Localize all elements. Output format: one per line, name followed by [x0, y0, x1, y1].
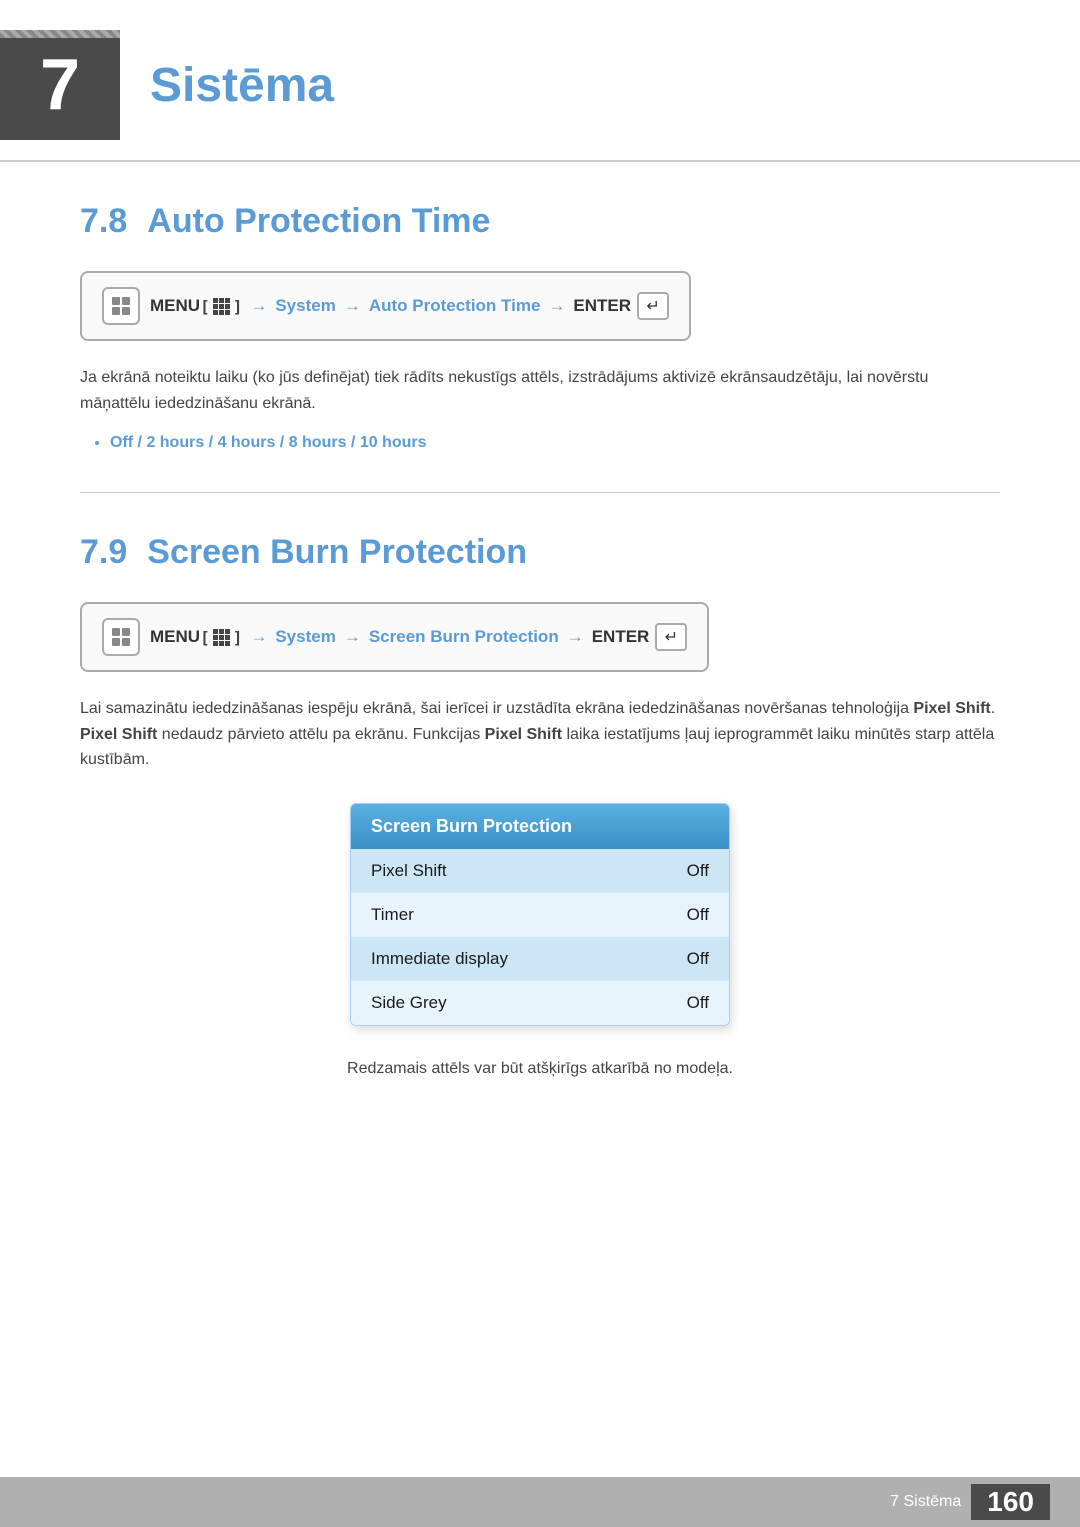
side-grey-label: Side Grey [371, 993, 447, 1013]
nav-enter-label-79: ENTER [592, 627, 650, 647]
section-78-heading: 7.8 Auto Protection Time [80, 202, 1000, 241]
nav-enter-label-78: ENTER [573, 296, 631, 316]
body-text-2: . [991, 700, 995, 717]
section-79-nav-box: MENU [ ] → System → Screen Burn Protecti… [80, 602, 709, 672]
menu-item-timer[interactable]: Timer Off [351, 893, 729, 937]
section-79-heading: 7.9 Screen Burn Protection [80, 533, 1000, 572]
enter-icon-79: ↵ [655, 623, 687, 651]
screen-menu-title: Screen Burn Protection [351, 804, 729, 849]
page-number: 160 [971, 1484, 1050, 1520]
options-list-item: Off / 2 hours / 4 hours / 8 hours / 10 h… [110, 434, 1000, 452]
chapter-title: Sistēma [150, 58, 334, 113]
menu-item-side-grey[interactable]: Side Grey Off [351, 981, 729, 1025]
pixel-shift-label: Pixel Shift [371, 861, 447, 881]
pixel-shift-bold-2: Pixel Shift [80, 726, 157, 743]
pixel-shift-bold-3: Pixel Shift [485, 726, 562, 743]
nav-system-label: System [275, 296, 335, 316]
section-78: 7.8Auto Protection Time MENU [ [80, 202, 1000, 452]
chapter-number-box: 7 [0, 30, 120, 140]
body-text-1: Lai samazinātu iededzināšanas iespēju ek… [80, 700, 913, 717]
section-78-body: Ja ekrānā noteiktu laiku (ko jūs definēj… [80, 365, 1000, 416]
timer-value: Off [687, 905, 709, 925]
section-79-number: 7.9 [80, 533, 127, 571]
section-78-nav-box: MENU [ ] → System → Auto Protection Time… [80, 271, 691, 341]
footer-note: Redzamais attēls var būt atšķirīgs atkar… [80, 1056, 1000, 1082]
enter-icon-78: ↵ [637, 292, 669, 320]
pixel-shift-bold-1: Pixel Shift [913, 700, 990, 717]
menu-icon [102, 287, 140, 325]
side-grey-value: Off [687, 993, 709, 1013]
nav-feature-label-78: Auto Protection Time [369, 296, 541, 316]
page-header: 7 Sistēma [0, 0, 1080, 162]
menu-icon-79 [102, 618, 140, 656]
footer-text: 7 Sistēma [890, 1493, 961, 1511]
section-79-body: Lai samazinātu iededzināšanas iespēju ek… [80, 696, 1000, 773]
section-78-options: Off / 2 hours / 4 hours / 8 hours / 10 h… [110, 434, 1000, 452]
main-content: 7.8Auto Protection Time MENU [ [0, 202, 1080, 1082]
menu-item-immediate-display[interactable]: Immediate display Off [351, 937, 729, 981]
pixel-shift-value: Off [687, 861, 709, 881]
section-78-number: 7.8 [80, 202, 127, 240]
timer-label: Timer [371, 905, 414, 925]
immediate-display-value: Off [687, 949, 709, 969]
nav-menu-label-79: MENU [150, 627, 200, 647]
immediate-display-label: Immediate display [371, 949, 508, 969]
screen-burn-menu: Screen Burn Protection Pixel Shift Off T… [350, 803, 730, 1026]
page-footer: 7 Sistēma 160 [0, 1477, 1080, 1527]
nav-menu-label: MENU [150, 296, 200, 316]
section-79: 7.9Screen Burn Protection MENU [ [80, 533, 1000, 1081]
nav-feature-label-79: Screen Burn Protection [369, 627, 559, 647]
menu-item-pixel-shift[interactable]: Pixel Shift Off [351, 849, 729, 893]
nav-system-label-79: System [275, 627, 335, 647]
chapter-number: 7 [40, 44, 80, 126]
section-79-title: Screen Burn Protection [147, 533, 527, 571]
body-text-3: nedaudz pārvieto attēlu pa ekrānu. Funkc… [157, 726, 484, 743]
section-divider [80, 492, 1000, 493]
section-78-title: Auto Protection Time [147, 202, 490, 240]
